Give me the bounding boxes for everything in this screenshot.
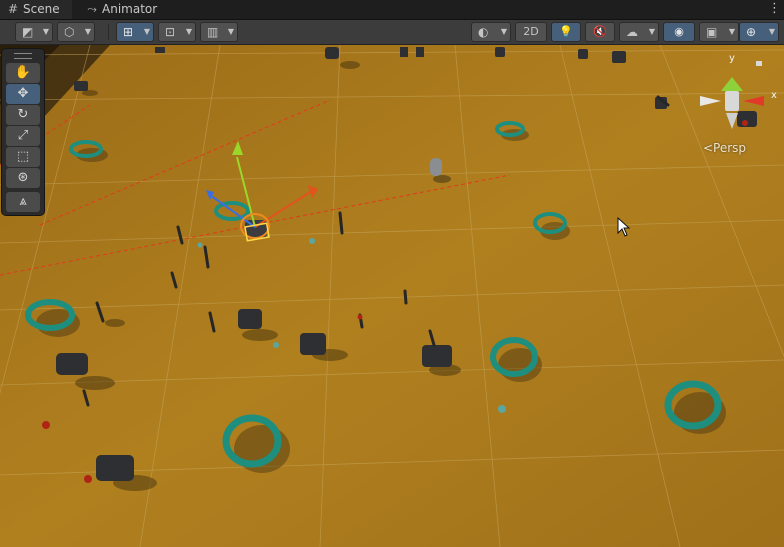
- chevron-down-icon: ▼: [728, 27, 735, 36]
- tools-overlay: ✋ ✥ ↻ ⤢ ⬚ ⊛ ⩓: [2, 49, 44, 215]
- overlay-grip-handle[interactable]: [14, 53, 32, 59]
- camera-dropdown[interactable]: ▣ ▼: [699, 22, 739, 42]
- tab-bar: # Scene ⤳ Animator ⋮: [0, 0, 784, 20]
- animator-icon: ⤳: [87, 2, 97, 16]
- tab-animator[interactable]: ⤳ Animator: [85, 0, 175, 19]
- scene-toolbar: ◩ ▼ ⬡ ▼ ⊞ ▼ ⊡ ▼ ▥ ▼ ◐ ▼ 2D 💡 🔇 ☁ ▼ ◉ ▣ ▼ ⊕ ▼: [0, 20, 784, 45]
- custom-tool-button[interactable]: ⩓: [6, 192, 40, 212]
- projection-toggle[interactable]: <Persp: [703, 141, 746, 155]
- scene-visibility-toggle[interactable]: ◉: [663, 22, 695, 42]
- sphere-icon: ◐: [478, 25, 489, 39]
- eye-off-icon: ◉: [674, 25, 684, 38]
- transform-tool-button[interactable]: ⊛: [6, 168, 40, 188]
- scene-render: [0, 45, 784, 547]
- mouse-cursor-icon: [617, 217, 631, 237]
- snap-icon: ⊡: [165, 25, 176, 39]
- custom-tool-icon: ⩓: [19, 194, 27, 209]
- move-icon: ✥: [17, 86, 29, 101]
- grid-icon: #: [7, 2, 19, 16]
- tab-scene[interactable]: # Scene: [0, 0, 72, 19]
- audio-muted-icon: 🔇: [593, 25, 607, 38]
- scale-icon: ⤢: [17, 128, 29, 143]
- lighting-toggle[interactable]: 💡: [551, 22, 581, 42]
- toolbar-divider: [108, 24, 109, 40]
- chevron-down-icon: ▼: [42, 27, 49, 36]
- chevron-down-icon: ▼: [768, 27, 775, 36]
- chevron-down-icon: ▼: [500, 27, 507, 36]
- scene-viewport[interactable]: y x: [0, 45, 784, 547]
- axis-x-label: x: [771, 90, 777, 101]
- rotate-tool-button[interactable]: ↻: [6, 105, 40, 125]
- rect-icon: ⬚: [16, 149, 30, 164]
- hand-icon: ✋: [14, 65, 32, 80]
- light-bulb-icon: 💡: [559, 25, 573, 38]
- orientation-gizmo[interactable]: [692, 55, 772, 145]
- chevron-down-icon: ▼: [185, 27, 192, 36]
- rotate-icon: ↻: [17, 107, 29, 122]
- camera-icon: ▣: [706, 25, 718, 39]
- transform-icon: ⊛: [17, 170, 29, 185]
- grid-snap-icon: ⊞: [123, 25, 134, 39]
- chevron-down-icon: ▼: [648, 27, 655, 36]
- chevron-down-icon: ▼: [84, 27, 91, 36]
- shading-mode-dropdown[interactable]: ⬡ ▼: [57, 22, 95, 42]
- chevron-down-icon: ▼: [227, 27, 234, 36]
- hand-tool-button[interactable]: ✋: [6, 63, 40, 83]
- gizmo-globe-icon: ⊕: [746, 25, 757, 39]
- effects-dropdown[interactable]: ☁ ▼: [619, 22, 659, 42]
- 2d-toggle[interactable]: 2D: [515, 22, 547, 42]
- grid-lines-icon: ▥: [207, 25, 219, 39]
- gizmos-dropdown[interactable]: ⊕ ▼: [739, 22, 779, 42]
- move-tool-button[interactable]: ✥: [6, 84, 40, 104]
- tab-scene-label: Scene: [23, 2, 60, 16]
- kebab-menu-icon[interactable]: ⋮: [768, 0, 781, 19]
- snap-increment-dropdown[interactable]: ⊡ ▼: [158, 22, 196, 42]
- tab-animator-label: Animator: [102, 2, 158, 16]
- render-mode-dropdown[interactable]: ◐ ▼: [471, 22, 511, 42]
- axis-y-label: y: [729, 53, 735, 64]
- 2d-label: 2D: [523, 25, 539, 38]
- draw-mode-icon: ◩: [22, 25, 34, 39]
- grid-snap-dropdown[interactable]: ⊞ ▼: [116, 22, 154, 42]
- draw-mode-dropdown[interactable]: ◩ ▼: [15, 22, 53, 42]
- rect-tool-button[interactable]: ⬚: [6, 147, 40, 167]
- grid-visibility-dropdown[interactable]: ▥ ▼: [200, 22, 238, 42]
- cube-icon: ⬡: [64, 25, 75, 39]
- chevron-down-icon: ▼: [143, 27, 150, 36]
- effects-icon: ☁: [626, 25, 638, 39]
- scale-tool-button[interactable]: ⤢: [6, 126, 40, 146]
- audio-toggle[interactable]: 🔇: [585, 22, 615, 42]
